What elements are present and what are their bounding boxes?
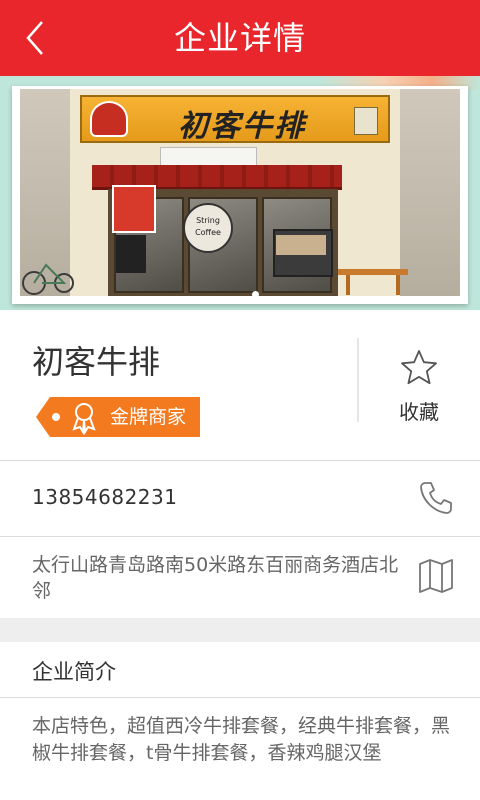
cafe-sign: String Coffee <box>183 203 233 253</box>
cafe-sign-text: String Coffee <box>195 216 221 237</box>
menu-chalkboard <box>116 235 146 273</box>
badge-label: 金牌商家 <box>110 406 187 428</box>
call-button[interactable] <box>416 478 456 518</box>
divider <box>0 536 480 537</box>
page-title: 企业详情 <box>173 19 306 57</box>
bench-leg <box>396 275 400 295</box>
banner-carousel[interactable]: 初客牛排 String Coffee <box>0 76 480 310</box>
section-separator <box>0 618 480 642</box>
banner-frame: 初客牛排 String Coffee <box>12 86 468 304</box>
address-text: 太行山路青岛路南50米路东百丽商务酒店北邻 <box>32 554 399 602</box>
menu-photo <box>276 235 326 255</box>
intro-text: 本店特色，超值西冷牛排套餐，经典牛排套餐，黑椒牛排套餐，t骨牛排套餐，香辣鸡腿汉… <box>32 715 451 764</box>
phone-icon <box>420 482 452 514</box>
divider <box>0 697 480 698</box>
favorite-label: 收藏 <box>399 400 439 424</box>
phone-number: 13854682231 <box>32 485 178 509</box>
air-conditioner <box>160 147 257 167</box>
star-icon <box>401 350 437 385</box>
divider <box>0 460 480 461</box>
storefront-photo: 初客牛排 String Coffee <box>20 89 460 296</box>
shop-sign: 初客牛排 <box>80 95 390 144</box>
gold-merchant-badge: 金牌商家 <box>36 397 200 437</box>
company-name: 初客牛排 <box>32 343 161 381</box>
map-button[interactable] <box>416 556 456 596</box>
red-poster <box>112 185 156 233</box>
chef-logo-icon <box>90 101 128 137</box>
favorite-button[interactable]: 收藏 <box>376 340 462 430</box>
vertical-divider <box>357 338 359 422</box>
top-bar: 企业详情 <box>0 0 480 76</box>
bench-leg <box>346 275 350 295</box>
shop-sign-text: 初客牛排 <box>178 109 306 144</box>
intro-title: 企业简介 <box>32 660 116 684</box>
map-icon <box>419 559 453 593</box>
bicycle-icon <box>22 263 74 295</box>
carousel-indicator-dot <box>252 291 259 296</box>
sign-badge <box>354 107 378 135</box>
